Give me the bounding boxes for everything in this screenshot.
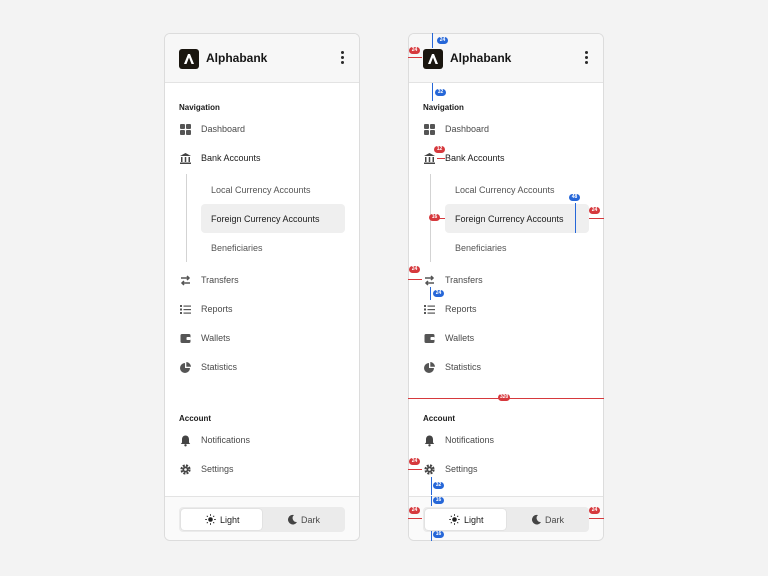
sidebar-item-dashboard[interactable]: Dashboard: [423, 120, 589, 140]
alphabank-logo-icon[interactable]: [423, 49, 443, 69]
theme-toggle: Light Dark: [179, 507, 345, 532]
sidebar-item-transfers[interactable]: Transfers: [179, 271, 345, 291]
sidebar-item-label: Settings: [201, 464, 234, 474]
sun-icon: [449, 514, 460, 525]
sidebar-subitem-local-currency[interactable]: Local Currency Accounts: [445, 175, 589, 204]
subitem-label: Local Currency Accounts: [211, 185, 311, 195]
subitem-label: Foreign Currency Accounts: [211, 214, 320, 224]
theme-toggle: Light Dark: [423, 507, 589, 532]
sidebar-item-label: Reports: [201, 304, 233, 314]
sidebar-item-label: Wallets: [445, 333, 475, 343]
subitem-label: Beneficiaries: [455, 243, 507, 253]
sidebar-footer: Light Dark: [165, 496, 359, 540]
sidebar-subitem-beneficiaries[interactable]: Beneficiaries: [201, 233, 345, 262]
sidebar-subitem-beneficiaries[interactable]: Beneficiaries: [445, 233, 589, 262]
grid-icon: [180, 124, 191, 135]
wallet-icon: [424, 334, 435, 343]
sidebar-item-label: Wallets: [201, 333, 231, 343]
sidebar-item-label: Dashboard: [445, 124, 490, 134]
sidebar-item-label: Statistics: [201, 362, 238, 372]
alphabank-logo-icon[interactable]: [179, 49, 199, 69]
brand-name: Alphabank: [206, 51, 268, 65]
navigation-section-label: Navigation: [179, 103, 220, 112]
sidebar-item-label: Notifications: [445, 435, 495, 445]
gear-icon: [180, 464, 191, 475]
navigation-section-label: Navigation: [423, 103, 464, 112]
pie-chart-icon: [424, 362, 435, 373]
sidebar-item-label: Bank Accounts: [445, 153, 505, 163]
subitem-label: Local Currency Accounts: [455, 185, 555, 195]
sidebar-item-label: Transfers: [445, 275, 483, 285]
sidebar-item-label: Bank Accounts: [201, 153, 261, 163]
pie-chart-icon: [180, 362, 191, 373]
dark-theme-button[interactable]: Dark: [506, 509, 587, 530]
sidebar-item-wallets[interactable]: Wallets: [423, 329, 589, 349]
sidebar-item-reports[interactable]: Reports: [179, 300, 345, 320]
list-icon: [424, 305, 435, 314]
sidebar-item-statistics[interactable]: Statistics: [179, 358, 345, 378]
light-label: Light: [464, 515, 484, 525]
sidebar-item-reports[interactable]: Reports: [423, 300, 589, 320]
moon-icon: [288, 514, 297, 525]
sidebar-subitem-foreign-currency[interactable]: Foreign Currency Accounts: [201, 204, 345, 233]
bell-icon: [424, 435, 435, 447]
measurement-overlay: 24 24 32 12 16 48 24 24 24 320 24 32 16 …: [0, 0, 768, 576]
sidebar-item-dashboard[interactable]: Dashboard: [179, 120, 345, 140]
sidebar-item-notifications[interactable]: Notifications: [423, 431, 589, 451]
bell-icon: [180, 435, 191, 447]
sidebar-item-transfers[interactable]: Transfers: [423, 271, 589, 291]
sidebar-panel: Alphabank Navigation Dashboard Bank Acco…: [164, 33, 360, 541]
sidebar-item-bank-accounts[interactable]: Bank Accounts: [179, 149, 345, 169]
sidebar-item-wallets[interactable]: Wallets: [179, 329, 345, 349]
kebab-menu-icon[interactable]: [583, 51, 589, 65]
sidebar-item-label: Transfers: [201, 275, 239, 285]
sidebar-header: Alphabank: [409, 34, 603, 83]
sidebar-item-bank-accounts[interactable]: Bank Accounts: [423, 149, 589, 169]
account-section-label: Account: [179, 414, 211, 423]
transfer-arrows-icon: [180, 275, 191, 286]
sidebar-item-settings[interactable]: Settings: [179, 460, 345, 480]
grid-icon: [424, 124, 435, 135]
brand-name: Alphabank: [450, 51, 512, 65]
subitem-label: Foreign Currency Accounts: [455, 214, 564, 224]
sidebar-item-label: Notifications: [201, 435, 251, 445]
subitem-label: Beneficiaries: [211, 243, 263, 253]
sidebar-footer: Light Dark: [409, 496, 603, 540]
list-icon: [180, 305, 191, 314]
wallet-icon: [180, 334, 191, 343]
sidebar-item-label: Reports: [445, 304, 477, 314]
sidebar-subitem-foreign-currency[interactable]: Foreign Currency Accounts: [445, 204, 589, 233]
dark-theme-button[interactable]: Dark: [262, 509, 343, 530]
bank-icon: [424, 153, 435, 164]
tree-connector-line: [186, 174, 187, 262]
sidebar-subitem-local-currency[interactable]: Local Currency Accounts: [201, 175, 345, 204]
kebab-menu-icon[interactable]: [339, 51, 345, 65]
sidebar-item-statistics[interactable]: Statistics: [423, 358, 589, 378]
bank-icon: [180, 153, 191, 164]
light-theme-button[interactable]: Light: [425, 509, 506, 530]
sidebar-header: Alphabank: [165, 34, 359, 83]
sidebar-item-label: Dashboard: [201, 124, 246, 134]
sidebar-item-label: Settings: [445, 464, 478, 474]
sun-icon: [205, 514, 216, 525]
tree-connector-line: [430, 174, 431, 262]
light-theme-button[interactable]: Light: [181, 509, 262, 530]
dark-label: Dark: [545, 515, 565, 525]
transfer-arrows-icon: [424, 275, 435, 286]
sidebar-panel-annotated: Alphabank Navigation Dashboard Bank Acco…: [408, 33, 604, 541]
gear-icon: [424, 464, 435, 475]
sidebar-item-label: Statistics: [445, 362, 482, 372]
sidebar-item-settings[interactable]: Settings: [423, 460, 589, 480]
account-section-label: Account: [423, 414, 455, 423]
light-label: Light: [220, 515, 240, 525]
moon-icon: [532, 514, 541, 525]
dark-label: Dark: [301, 515, 321, 525]
sidebar-item-notifications[interactable]: Notifications: [179, 431, 345, 451]
